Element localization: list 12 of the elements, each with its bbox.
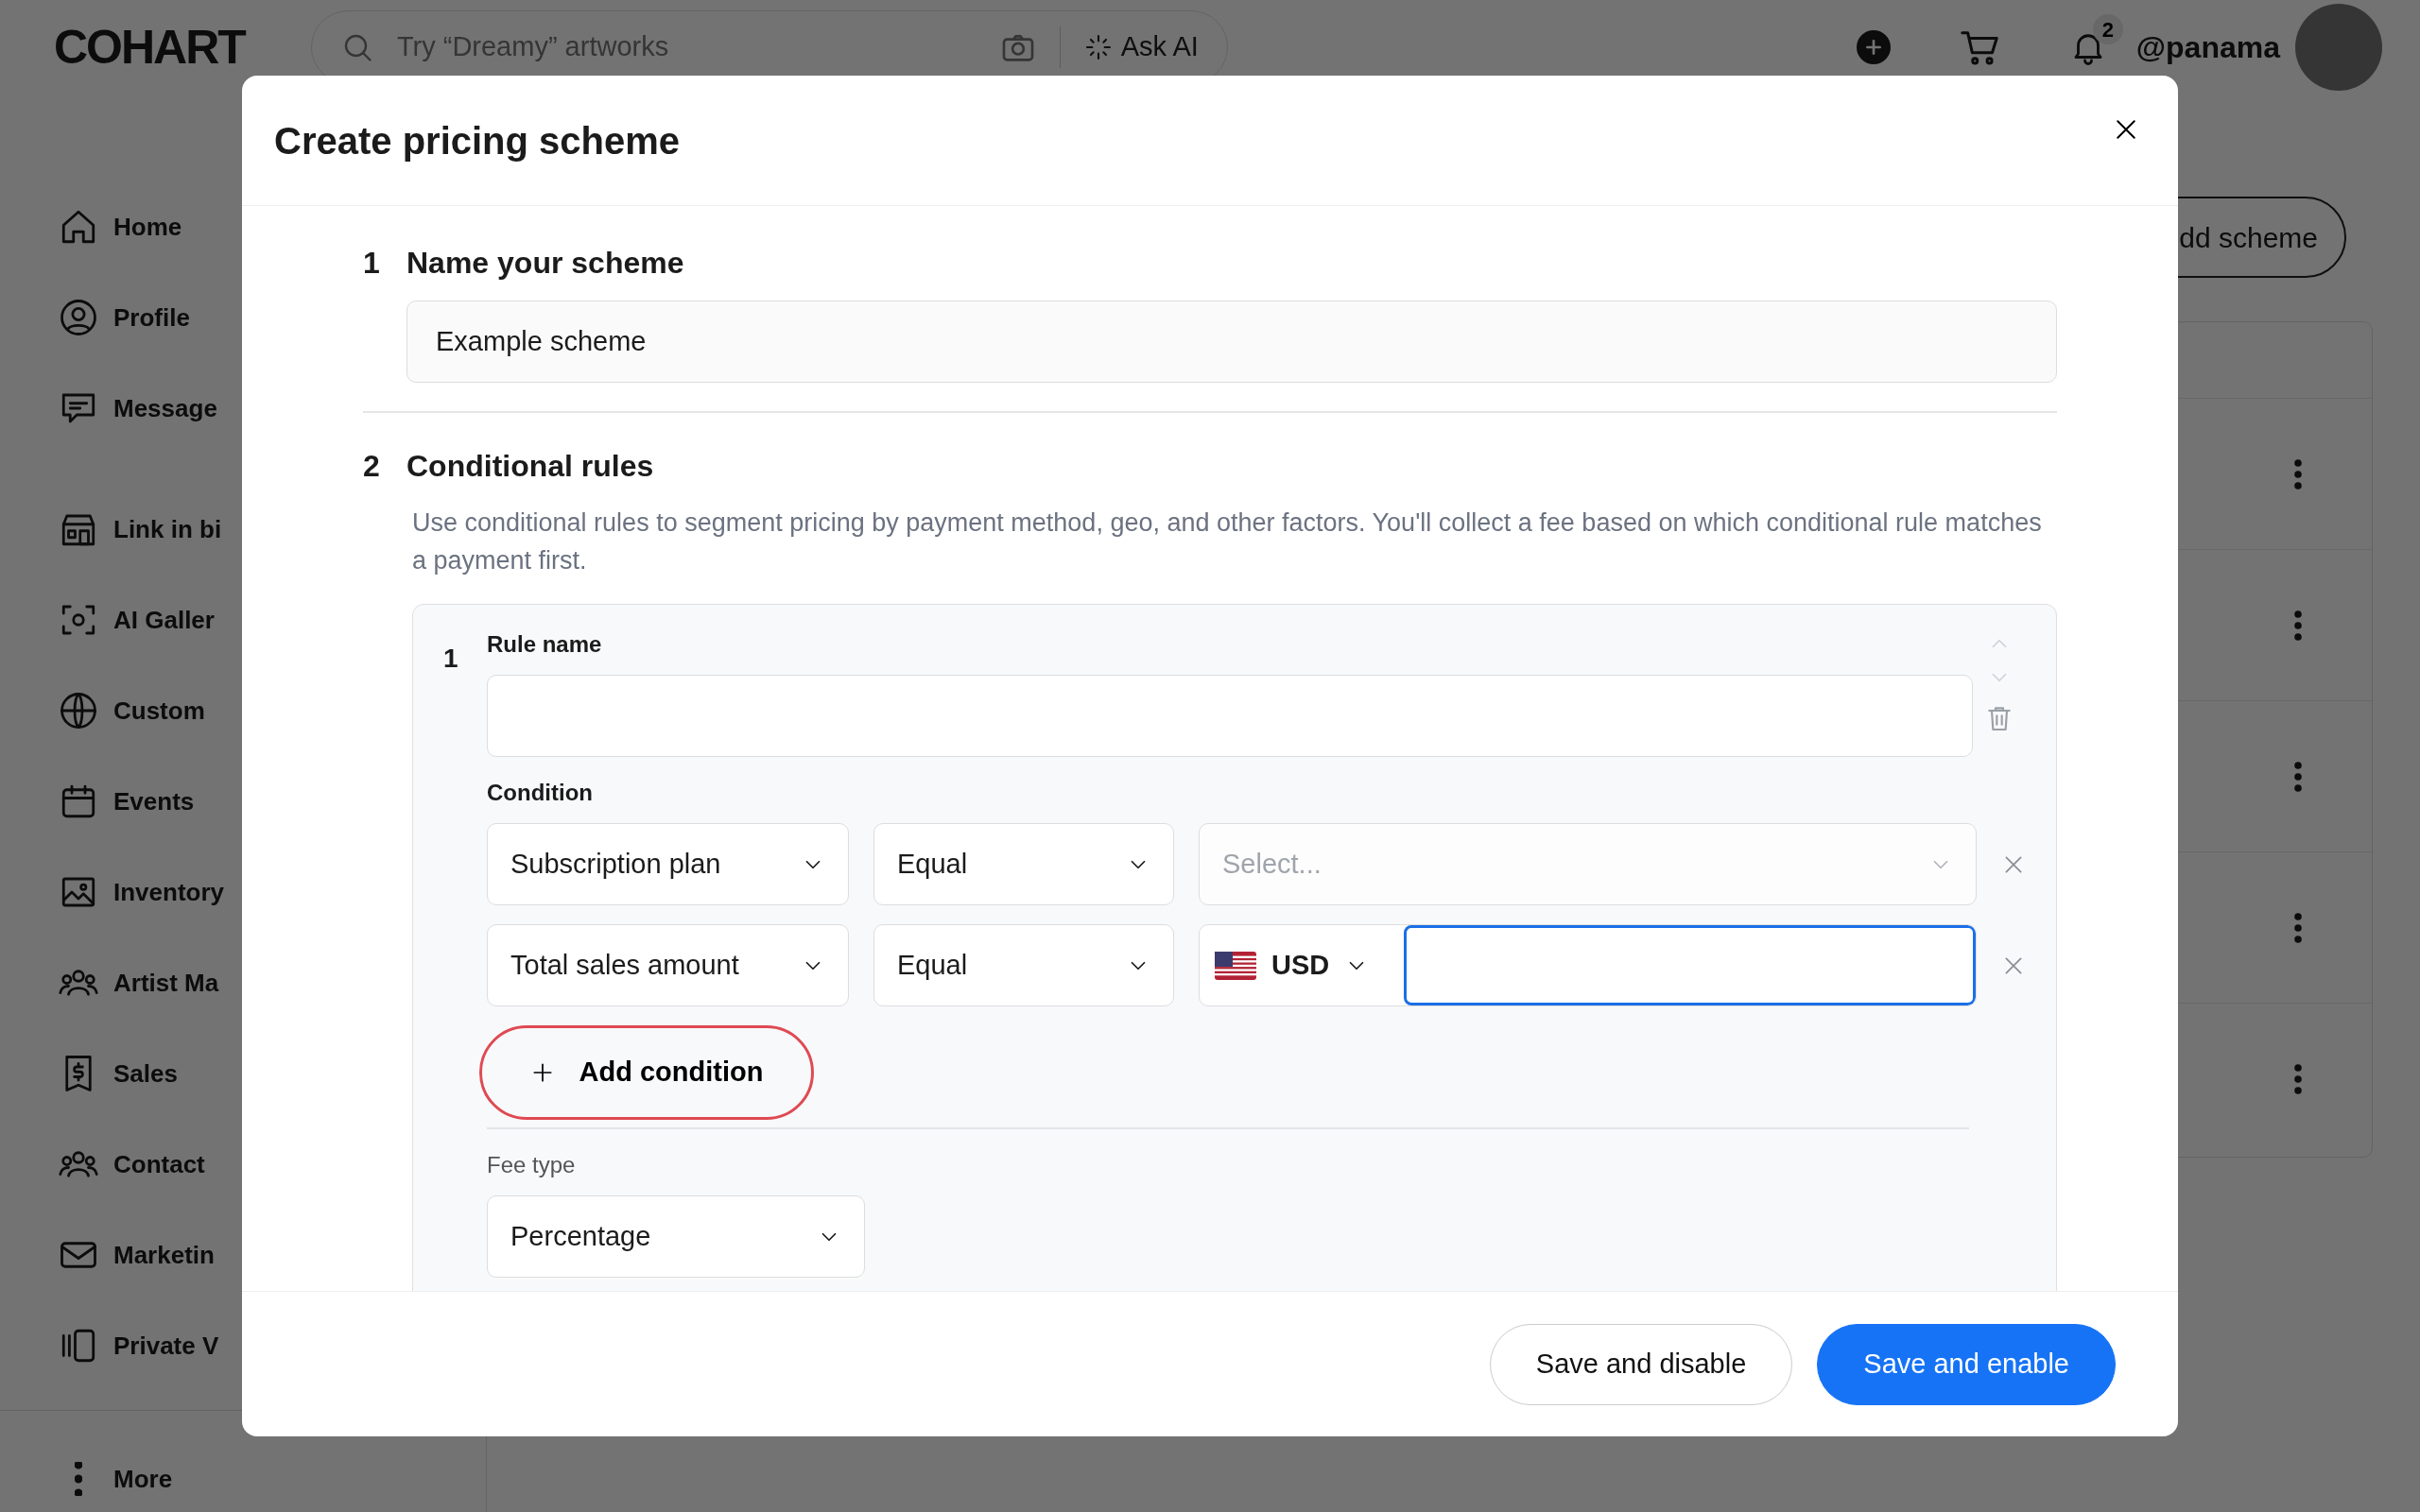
- section-title: Conditional rules: [406, 448, 654, 485]
- modal-title: Create pricing scheme: [274, 118, 681, 163]
- section-description: Use conditional rules to segment pricing by payment method, geo, and other factors. You'll collect a fee based on which conditional rule matches a payment first.: [412, 507, 2043, 576]
- section-title: Name your scheme: [406, 245, 684, 282]
- step-number: 1: [363, 245, 381, 282]
- notification-badge: 2: [2092, 14, 2123, 44]
- field-label: Fee type: [487, 1151, 577, 1179]
- field-label: Rule name: [487, 630, 603, 659]
- field-label: Condition: [487, 779, 594, 807]
- rule-number: 1: [443, 643, 459, 675]
- step-number: 2: [363, 448, 381, 485]
- search-placeholder: Try “Dreamy” artworks: [396, 30, 670, 64]
